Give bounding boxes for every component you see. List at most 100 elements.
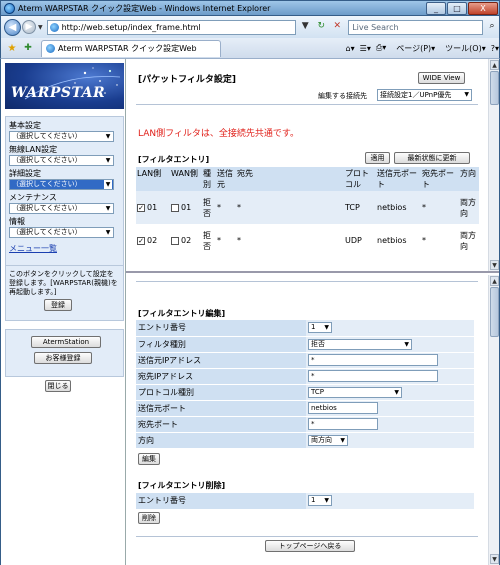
dst-ip-input[interactable]: * [308,370,438,382]
filter-type-cell: 拒否 ▼ [306,336,474,353]
filter-type-select[interactable]: 拒否 ▼ [308,338,412,350]
scroll-down-icon[interactable]: ▼ [490,260,499,270]
col-header: 宛先 [236,167,344,191]
scroll-thumb[interactable] [490,71,499,105]
direction-value: 両方向 [311,435,332,444]
scroll-up-icon[interactable]: ▲ [490,276,499,286]
dst-port-cell: * [306,416,474,433]
register-button[interactable]: 登録 [44,299,72,311]
feeds-icon[interactable]: ☰▾ [360,44,371,53]
wan-checkbox[interactable] [171,203,179,212]
page-icon [49,22,59,32]
minimize-button[interactable]: _ [426,1,446,15]
menu-basic-select[interactable]: （選択してください） ▼ [9,131,114,142]
address-dropdown-icon[interactable]: ▼ [298,20,312,34]
dst-port-cell: * [421,224,459,257]
wan-cell: 01 [170,191,202,224]
filter-entry-table: LAN側 WAN側 種別 送信元 宛先 プロトコル 送信元ポート 宛先ポート 方… [136,167,479,257]
maximize-button[interactable]: □ [447,1,467,15]
col-header: 種別 [202,167,216,191]
top-frame-scrollbar[interactable]: ▲ ▼ [488,59,499,271]
delete-entry-cell: 1 ▼ [306,493,474,510]
menu-wireless-select[interactable]: （選択してください） ▼ [9,155,114,166]
menu-basic-label: 基本設定 [9,121,41,130]
lan-checkbox[interactable]: ✓ [137,203,145,212]
dst-ip-label: 宛先IPアドレス [136,368,306,385]
src-port-input[interactable]: netbios [308,402,378,414]
delete-entry-select[interactable]: 1 ▼ [308,495,332,507]
src-port-cell: netbios [376,191,421,224]
window-title: Aterm WARPSTAR クイック設定Web - Windows Inter… [18,3,271,13]
src-cell: * [216,224,236,257]
menu-advanced-select[interactable]: （選択してください） ▼ [9,179,114,190]
page-title: [パケットフィルタ設定] [138,75,237,85]
stop-icon[interactable]: ✕ [330,20,344,34]
filter-entry-title: [フィルタエントリ] [138,155,210,164]
dst-port-label: 宛先ポート [136,416,306,433]
dst-cell: * [236,191,344,224]
menu-info: 情報 （選択してください） ▼ [9,217,122,238]
lan-value: 01 [147,203,158,212]
browser-tab[interactable]: Aterm WARPSTAR クイック設定Web [41,39,221,57]
apply-button[interactable]: 適用 [365,152,390,164]
add-favorite-icon[interactable]: ✚ [21,43,35,53]
top-page-button[interactable]: トップページへ戻る [265,540,355,552]
filter-edit-frame: [フィルタエントリ編集] エントリ番号 1 ▼ フィルタ種別 拒否 ▼ 送信元IPア… [126,275,499,565]
menu-info-value: （選択してください） [12,228,82,236]
menu-advanced: 詳細設定 （選択してください） ▼ [9,169,122,190]
delete-entry-label: エントリ番号 [136,493,306,510]
src-ip-input[interactable]: * [308,354,438,366]
src-port-cell: netbios [376,224,421,257]
help-icon[interactable]: ?▾ [491,44,499,53]
scroll-up-icon[interactable]: ▲ [490,60,499,70]
favorites-star-icon[interactable]: ★ [5,43,19,54]
refresh-status-button[interactable]: 最新状態に更新 [394,152,470,164]
protocol-cell: TCP ▼ [306,384,474,401]
register-note-panel: このボタンをクリックして設定を登録します。[WARPSTAR(親機)を再起動しま… [5,265,124,321]
home-icon[interactable]: ⌂▾ [346,44,355,53]
search-input[interactable]: Live Search [348,19,484,35]
menu-wireless: 無線LAN設定 （選択してください） ▼ [9,145,122,166]
address-field[interactable]: http://web.setup/index_frame.html [46,19,297,35]
history-dropdown-icon[interactable]: ▼ [38,24,43,31]
lan-checkbox[interactable]: ✓ [137,236,145,245]
title-bar: Aterm WARPSTAR クイック設定Web - Windows Inter… [0,0,500,16]
ie-logo-icon [4,2,15,14]
atermstation-button[interactable]: AtermStation [31,336,101,348]
menu-list-link[interactable]: メニュー一覧 [9,243,57,254]
page-menu-label: ページ(P) [396,43,432,53]
search-icon[interactable]: ⌕ [485,20,499,34]
protocol-select[interactable]: TCP ▼ [308,386,402,398]
delete-button[interactable]: 削除 [138,512,160,524]
tools-menu[interactable]: ツール(O)▾ [440,43,486,54]
connection-select[interactable]: 接続設定1／UPnP優先 ▼ [377,89,472,101]
menu-info-select[interactable]: （選択してください） ▼ [9,227,114,238]
form-row: エントリ番号 1 ▼ [136,320,474,337]
forward-arrow-icon[interactable]: ▶ [21,20,36,34]
scroll-thumb[interactable] [490,287,499,337]
back-arrow-icon[interactable]: ◀ [4,18,21,36]
page-menu[interactable]: ページ(P)▾ [391,43,435,54]
scroll-down-icon[interactable]: ▼ [490,554,499,564]
col-header: 宛先ポート [421,167,459,191]
edit-form-table: エントリ番号 1 ▼ フィルタ種別 拒否 ▼ 送信元IPアドレス * 宛先IPアドレ… [136,320,474,449]
entry-no-select[interactable]: 1 ▼ [308,322,332,334]
refresh-icon[interactable]: ↻ [314,20,328,34]
col-header: プロトコル [344,167,376,191]
print-icon[interactable]: ⎙▾ [376,43,386,53]
form-row: プロトコル種別 TCP ▼ [136,384,474,401]
wan-checkbox[interactable] [171,236,179,245]
delete-section-title: [フィルタエントリ削除] [138,481,226,490]
src-cell: * [216,191,236,224]
direction-select[interactable]: 両方向 ▼ [308,434,348,446]
close-button[interactable]: 閉じる [45,380,71,392]
close-window-button[interactable]: X [468,1,498,15]
edit-button[interactable]: 編集 [138,453,160,465]
wide-view-button[interactable]: WIDE View [418,72,465,84]
bottom-frame-scrollbar[interactable]: ▲ ▼ [488,275,499,565]
tab-bar: ★ ✚ Aterm WARPSTAR クイック設定Web ⌂▾ ☰▾ ⎙▾ ペー… [0,38,500,59]
logo-text: WARPSTAR [11,85,106,101]
customer-registration-button[interactable]: お客様登録 [34,352,92,364]
dst-port-input[interactable]: * [308,418,378,430]
menu-maintenance-select[interactable]: （選択してください） ▼ [9,203,114,214]
